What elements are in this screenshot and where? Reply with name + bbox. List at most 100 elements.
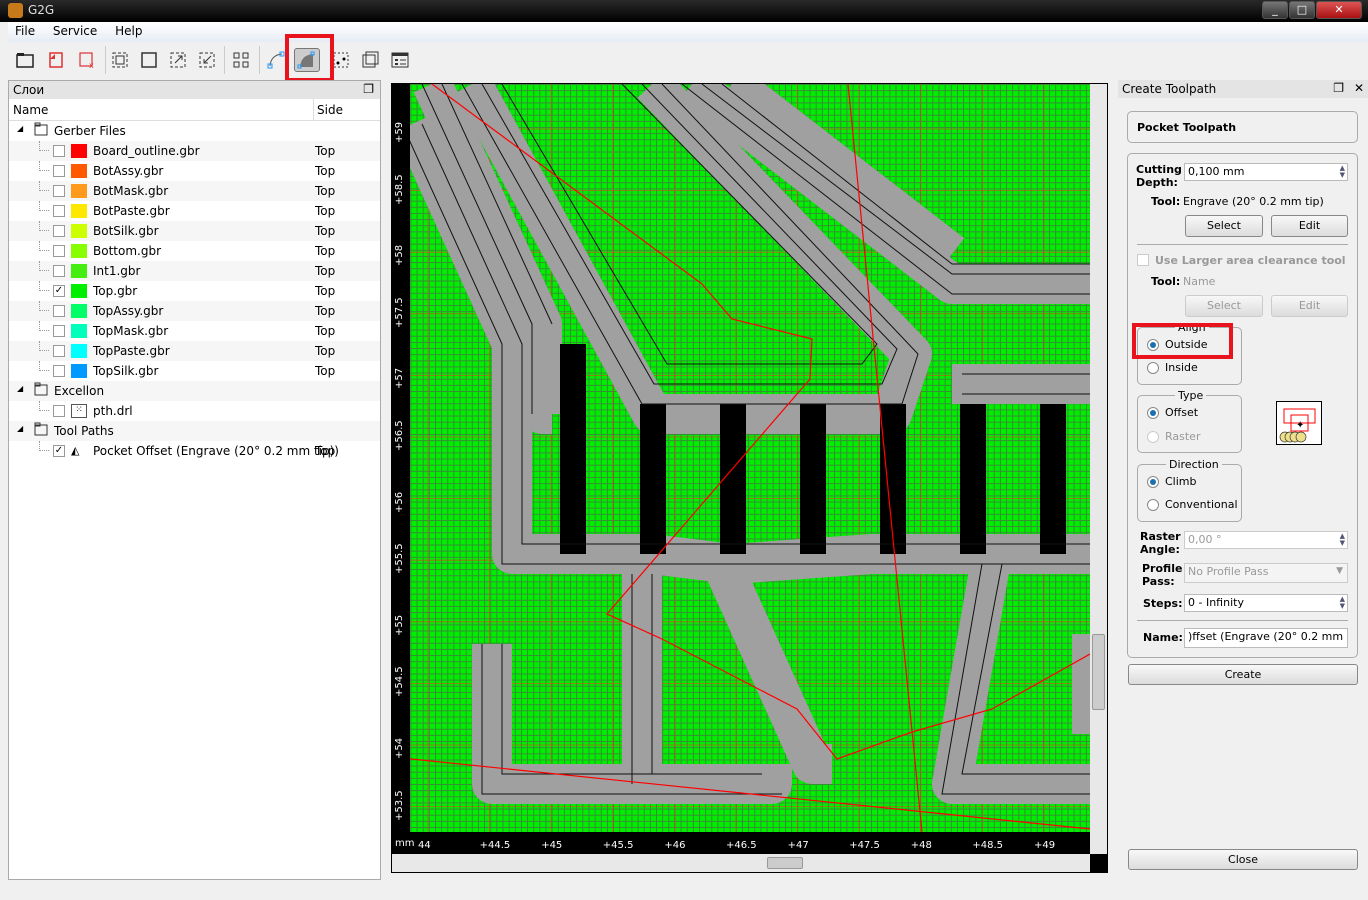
y-tick-label: +54.5 bbox=[394, 666, 405, 698]
x-tick-label: +47.5 bbox=[849, 840, 880, 851]
layer-visibility-checkbox[interactable] bbox=[53, 185, 65, 197]
direction-label: Direction bbox=[1166, 458, 1222, 471]
tree-group-2[interactable]: ◢ Tool Paths bbox=[9, 421, 380, 441]
layer-color-swatch[interactable] bbox=[71, 204, 87, 218]
layer-row[interactable]: BotAssy.gbr Top bbox=[9, 161, 380, 181]
select-tool-button[interactable]: Select bbox=[1185, 215, 1263, 237]
menu-service[interactable]: Service bbox=[46, 22, 104, 40]
pcb-canvas[interactable] bbox=[392, 84, 1090, 832]
close-file-icon[interactable]: x bbox=[74, 48, 100, 72]
layer-visibility-checkbox[interactable] bbox=[53, 365, 65, 377]
y-tick-label: +56.5 bbox=[394, 420, 405, 451]
layer-visibility-checkbox[interactable] bbox=[53, 405, 65, 417]
close-button[interactable]: Close bbox=[1128, 849, 1358, 870]
3d-view-icon[interactable] bbox=[357, 48, 383, 72]
layer-visibility-checkbox[interactable]: ✓ bbox=[53, 445, 65, 457]
layer-color-swatch[interactable] bbox=[71, 344, 87, 358]
x-tick-label: 44 bbox=[418, 840, 431, 851]
layer-color-swatch[interactable] bbox=[71, 244, 87, 258]
larger-tool-checkbox[interactable] bbox=[1137, 254, 1149, 266]
layer-name: Bottom.gbr bbox=[93, 244, 161, 258]
tree-group-0[interactable]: ◢ Gerber Files bbox=[9, 121, 380, 141]
properties-icon[interactable] bbox=[387, 48, 413, 72]
layer-color-swatch[interactable] bbox=[71, 364, 87, 378]
edit-tool-button[interactable]: Edit bbox=[1271, 215, 1348, 237]
layer-row[interactable]: Int1.gbr Top bbox=[9, 261, 380, 281]
layer-color-swatch[interactable] bbox=[71, 264, 87, 278]
layer-row[interactable]: TopSilk.gbr Top bbox=[9, 361, 380, 381]
type-raster-radio[interactable] bbox=[1147, 431, 1159, 443]
layer-visibility-checkbox[interactable] bbox=[53, 265, 65, 277]
y-tick-label: +59 bbox=[394, 121, 405, 143]
layer-row[interactable]: Bottom.gbr Top bbox=[9, 241, 380, 261]
layer-visibility-checkbox[interactable] bbox=[53, 205, 65, 217]
expand-arrow-icon[interactable]: ◢ bbox=[17, 424, 23, 433]
maximize-button[interactable]: □ bbox=[1289, 1, 1315, 19]
layer-visibility-checkbox[interactable] bbox=[53, 165, 65, 177]
minimize-button[interactable]: _ bbox=[1262, 1, 1288, 19]
layer-color-swatch[interactable] bbox=[71, 324, 87, 338]
create-button[interactable]: Create bbox=[1128, 664, 1358, 685]
align-inside-radio[interactable] bbox=[1147, 362, 1159, 374]
layer-visibility-checkbox[interactable] bbox=[53, 145, 65, 157]
expand-arrow-icon[interactable]: ◢ bbox=[17, 124, 23, 133]
layer-row[interactable]: TopPaste.gbr Top bbox=[9, 341, 380, 361]
layer-side: Top bbox=[315, 164, 336, 178]
layer-color-swatch[interactable] bbox=[71, 304, 87, 318]
column-name[interactable]: Name bbox=[13, 103, 48, 117]
layer-visibility-checkbox[interactable] bbox=[53, 325, 65, 337]
horizontal-scrollbar[interactable] bbox=[392, 854, 1090, 872]
close-panel-icon[interactable]: ✕ bbox=[1354, 81, 1364, 95]
horizontal-ruler: mm 44 +44.5 +45 +45.5 +46 +46.5 +47 +47.5 +48 +48… bbox=[392, 832, 1104, 854]
layer-color-swatch[interactable] bbox=[71, 164, 87, 178]
fit-all-icon[interactable] bbox=[107, 48, 133, 72]
layer-visibility-checkbox[interactable] bbox=[53, 305, 65, 317]
steps-input[interactable]: 0 - Infinity ▲ ▼ bbox=[1184, 594, 1348, 612]
layer-color-swatch[interactable] bbox=[71, 224, 87, 238]
layer-row[interactable]: TopAssy.gbr Top bbox=[9, 301, 380, 321]
close-window-button[interactable]: ✕ bbox=[1316, 1, 1362, 19]
vertical-scrollbar[interactable] bbox=[1090, 84, 1107, 854]
zoom-in-icon[interactable] bbox=[165, 48, 191, 72]
raster-angle-input[interactable]: 0,00 ° ▲ ▼ bbox=[1184, 531, 1348, 549]
fit-board-icon[interactable] bbox=[136, 48, 162, 72]
select-group-icon[interactable] bbox=[228, 48, 254, 72]
expand-arrow-icon[interactable]: ◢ bbox=[17, 384, 23, 393]
type-offset-radio[interactable] bbox=[1147, 407, 1159, 419]
layer-visibility-checkbox[interactable]: ✓ bbox=[53, 285, 65, 297]
column-side[interactable]: Side bbox=[313, 99, 345, 121]
layer-color-swatch[interactable] bbox=[71, 184, 87, 198]
menu-bar: File Service Help bbox=[8, 22, 1368, 42]
layer-name: TopMask.gbr bbox=[93, 324, 169, 338]
profile-pass-select[interactable]: No Profile Pass ▼ bbox=[1184, 563, 1348, 583]
name-input[interactable]: )ffset (Engrave (20° 0.2 mm tip)) bbox=[1184, 628, 1348, 648]
layer-visibility-checkbox[interactable] bbox=[53, 225, 65, 237]
tree-group-1[interactable]: ◢ Excellon bbox=[9, 381, 380, 401]
layer-row[interactable]: TopMask.gbr Top bbox=[9, 321, 380, 341]
layer-side: Top bbox=[315, 324, 336, 338]
larger-edit-button[interactable]: Edit bbox=[1271, 295, 1348, 317]
layer-row[interactable]: ⁙ pth.drl bbox=[9, 401, 380, 421]
larger-select-button[interactable]: Select bbox=[1185, 295, 1263, 317]
layer-row[interactable]: BotMask.gbr Top bbox=[9, 181, 380, 201]
zoom-out-icon[interactable] bbox=[194, 48, 220, 72]
menu-file[interactable]: File bbox=[8, 22, 42, 40]
layer-visibility-checkbox[interactable] bbox=[53, 345, 65, 357]
open-gerber-icon[interactable] bbox=[43, 48, 69, 72]
cutting-depth-input[interactable]: 0,100 mm ▲ ▼ bbox=[1184, 163, 1348, 181]
layer-row[interactable]: BotPaste.gbr Top bbox=[9, 201, 380, 221]
layer-color-swatch[interactable] bbox=[71, 144, 87, 158]
layer-visibility-checkbox[interactable] bbox=[53, 245, 65, 257]
layer-row[interactable]: ✓ ◭ Pocket Offset (Engrave (20° 0.2 mm tip… bbox=[9, 441, 380, 461]
direction-climb-radio[interactable] bbox=[1147, 476, 1159, 488]
menu-help[interactable]: Help bbox=[108, 22, 149, 40]
layer-row[interactable]: Board_outline.gbr Top bbox=[9, 141, 380, 161]
layer-color-swatch[interactable] bbox=[71, 284, 87, 298]
open-folder-icon[interactable] bbox=[12, 48, 38, 72]
direction-conventional-radio[interactable] bbox=[1147, 499, 1159, 511]
profile-pass-value: No Profile Pass bbox=[1188, 565, 1269, 578]
layer-row[interactable]: BotSilk.gbr Top bbox=[9, 221, 380, 241]
float-panel-icon[interactable]: ❐ bbox=[363, 82, 374, 96]
layer-row[interactable]: ✓ Top.gbr Top bbox=[9, 281, 380, 301]
float-panel-icon[interactable]: ❐ bbox=[1333, 81, 1344, 95]
